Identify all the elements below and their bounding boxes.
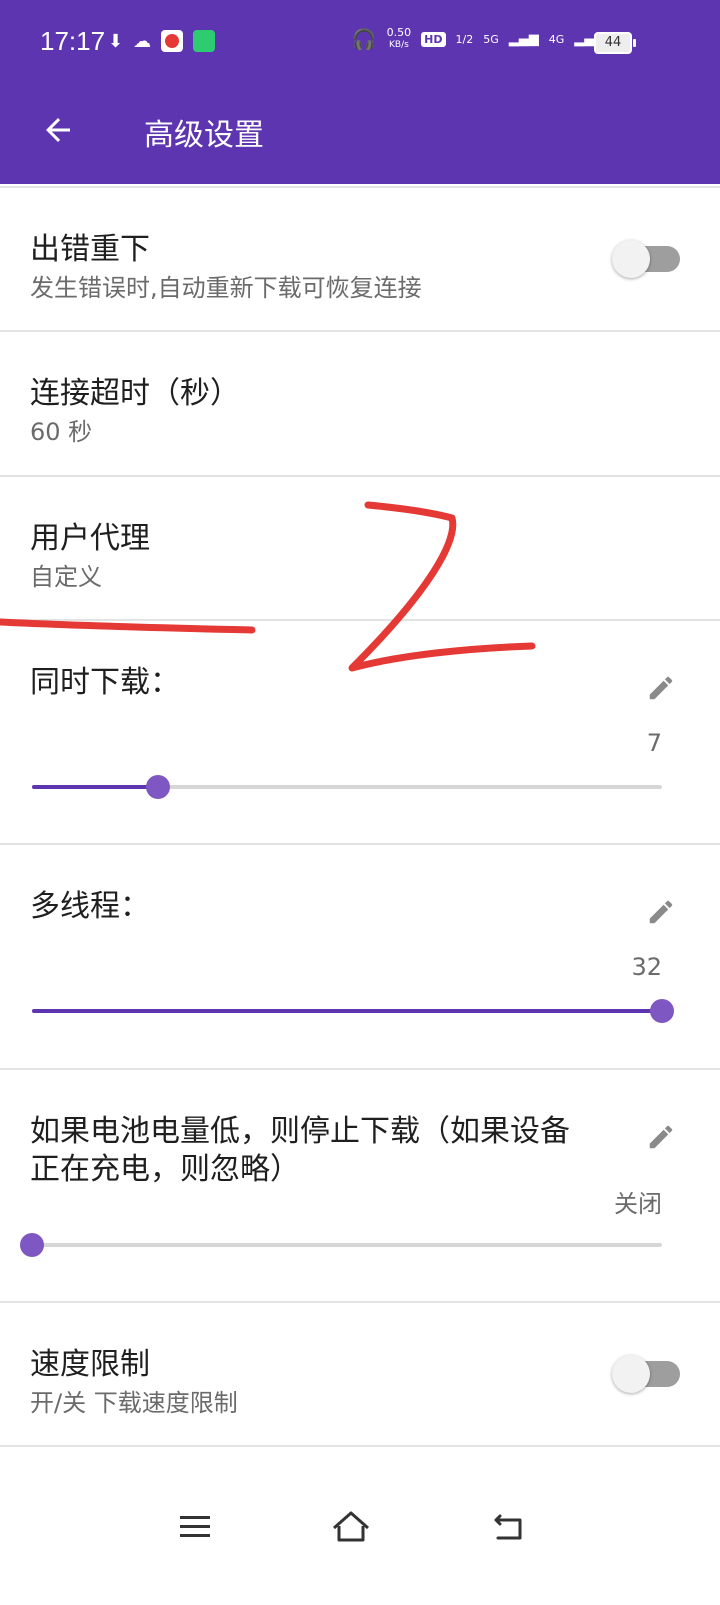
headphones-icon: 🎧 — [351, 27, 377, 51]
chat-app-icon — [193, 30, 216, 52]
status-time: 17:17 — [40, 26, 106, 56]
speed-limit-toggle[interactable] — [612, 1355, 680, 1393]
back-nav-icon[interactable] — [484, 1502, 534, 1552]
cloud-icon: ☁ — [133, 30, 152, 52]
page-title: 高级设置 — [144, 118, 264, 153]
setting-label: 连接超时（秒） — [30, 376, 240, 411]
hd-badge: HD — [421, 31, 446, 47]
arrow-left-icon — [46, 118, 70, 142]
setting-summary: 60 秒 — [30, 418, 93, 446]
net-speed-unit: KB/s — [389, 40, 409, 50]
setting-label: 同时下载： — [30, 665, 180, 700]
pencil-icon[interactable] — [646, 1122, 676, 1152]
battery-indicator: 44 — [594, 32, 636, 54]
video-app-icon — [161, 30, 184, 52]
slider-fill — [32, 1009, 662, 1013]
setting-user-agent[interactable]: 用户代理 自定义 — [0, 477, 720, 619]
notification-icons: ⬇ ☁ — [108, 30, 216, 52]
retry-toggle[interactable] — [612, 240, 680, 278]
setting-battery-low-stop: 如果电池电量低，则停止下载（如果设备 正在充电，则忽略） 关闭 — [0, 1070, 720, 1300]
setting-label-line2: 正在充电，则忽略） — [30, 1152, 300, 1187]
threads-slider-thumb[interactable] — [650, 999, 674, 1023]
menu-icon[interactable] — [170, 1502, 220, 1552]
toggle-knob — [612, 240, 650, 278]
app-bar: 高级设置 — [0, 84, 720, 184]
signal-5g: 5G — [483, 32, 499, 46]
home-icon[interactable] — [326, 1502, 376, 1552]
slider-fill — [32, 785, 158, 789]
net-speed-value: 0.50 — [386, 26, 412, 39]
pencil-icon[interactable] — [646, 673, 676, 703]
toggle-knob — [612, 1355, 650, 1393]
sim-indicator: 1/2 — [455, 32, 474, 46]
system-navigation-bar — [0, 1470, 720, 1605]
setting-connection-timeout[interactable]: 连接超时（秒） 60 秒 — [0, 332, 720, 474]
pencil-icon[interactable] — [646, 897, 676, 927]
setting-retry-on-error[interactable]: 出错重下 发生错误时,自动重新下载可恢复连接 — [0, 188, 720, 330]
download-icon: ⬇ — [108, 30, 124, 52]
setting-label: 用户代理 — [30, 521, 150, 556]
setting-label: 多线程： — [30, 889, 150, 924]
threads-slider-track[interactable] — [32, 1009, 662, 1013]
setting-summary: 开/关 下载速度限制 — [30, 1389, 238, 1417]
slider-value: 32 — [631, 953, 662, 981]
back-button[interactable] — [36, 108, 80, 152]
battery-slider-thumb[interactable] — [20, 1233, 44, 1257]
setting-speed-limit[interactable]: 速度限制 开/关 下载速度限制 — [0, 1303, 720, 1445]
signal-4g: 4G — [548, 32, 565, 46]
setting-summary: 自定义 — [30, 563, 102, 591]
status-bar: 17:17 ⬇ ☁ 🎧 0.50 KB/s HD 1/2 5G ▂▄▆ 4G ▂… — [0, 0, 720, 84]
concurrent-slider-thumb[interactable] — [146, 775, 170, 799]
setting-label: 出错重下 — [30, 232, 150, 267]
net-speed: 0.50 KB/s — [387, 27, 412, 51]
setting-summary: 发生错误时,自动重新下载可恢复连接 — [30, 274, 422, 302]
slider-value: 关闭 — [614, 1190, 662, 1218]
setting-label: 速度限制 — [30, 1347, 150, 1382]
signal-bars-icon: ▂▄▆ — [508, 31, 539, 47]
status-right: 🎧 0.50 KB/s HD 1/2 5G ▂▄▆ 4G ▂▄▆ ◔ — [352, 27, 630, 51]
concurrent-slider-track[interactable] — [32, 785, 662, 789]
battery-slider-track[interactable] — [32, 1243, 662, 1247]
setting-multi-thread: 多线程： 32 — [0, 845, 720, 1067]
setting-concurrent-downloads: 同时下载： 7 — [0, 621, 720, 843]
divider — [0, 1445, 720, 1447]
slider-value: 7 — [646, 729, 662, 757]
